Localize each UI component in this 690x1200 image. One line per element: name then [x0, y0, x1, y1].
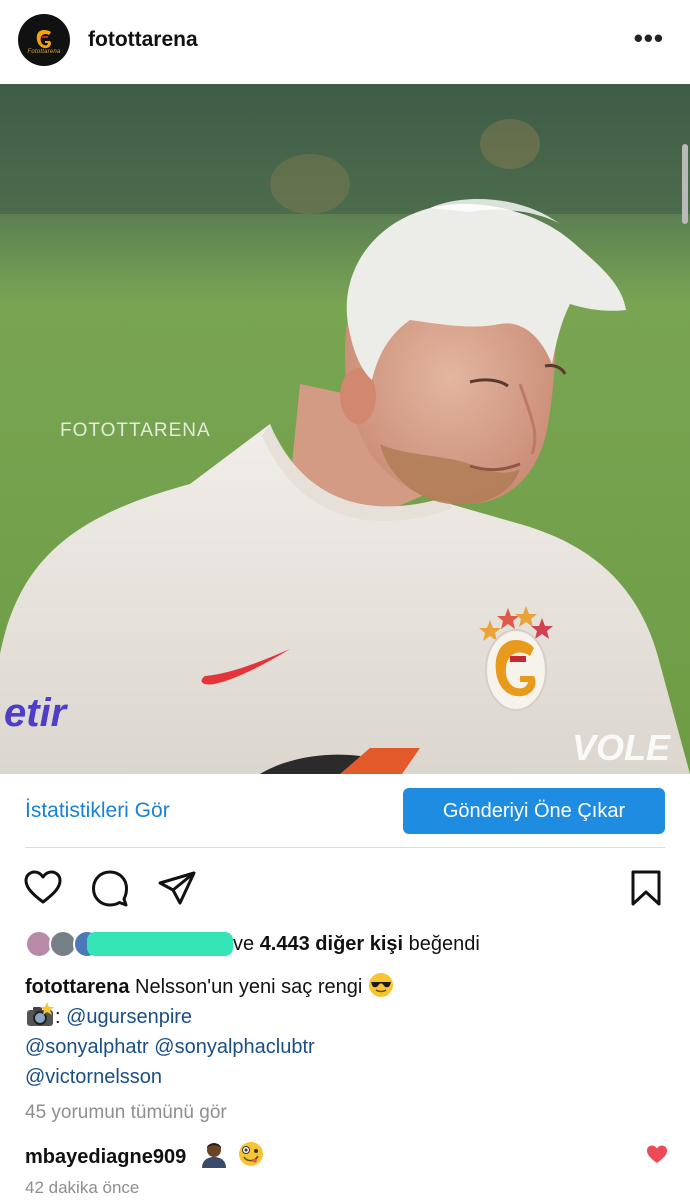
caption-line-2: : @ugursenpire	[25, 1002, 665, 1032]
bookmark-icon[interactable]	[626, 868, 666, 908]
post-caption: fotottarena Nelsson'un yeni saç rengi : …	[25, 972, 665, 1092]
caption-line-3: @sonyalphatr @sonyalphaclubtr	[25, 1032, 665, 1062]
caption-username[interactable]: fotottarena	[25, 976, 129, 998]
post-username[interactable]: fotottarena	[88, 28, 198, 52]
top-comment: mbayediagne909	[25, 1140, 665, 1170]
zany-face-emoji-icon	[239, 1142, 264, 1166]
sponsor-text: etir	[4, 691, 69, 735]
likes-text: ve 4.443 diğer kişi beğendi	[233, 933, 480, 956]
credit-prefix: :	[55, 1006, 67, 1028]
view-insights-link[interactable]: İstatistikleri Gör	[25, 799, 170, 823]
photo-watermark-left: FOTOTTARENA	[60, 420, 211, 441]
mention-sonyalphaclubtr[interactable]: @sonyalphaclubtr	[154, 1036, 314, 1058]
boost-post-button[interactable]: Gönderiyi Öne Çıkar	[403, 788, 665, 834]
likes-prefix: ve	[233, 933, 260, 955]
photo-watermark-right: VOLE	[572, 727, 671, 768]
redaction-overlay	[87, 932, 233, 956]
mention-victornelsson[interactable]: @victornelsson	[25, 1066, 162, 1088]
post-header: Fotottarena fotottarena •••	[0, 0, 690, 84]
action-bar	[0, 862, 690, 914]
comment-username[interactable]: mbayediagne909	[25, 1146, 186, 1168]
mention-ugursenpire[interactable]: @ugursenpire	[66, 1006, 192, 1028]
insights-row: İstatistikleri Gör Gönderiyi Öne Çıkar	[0, 786, 690, 836]
sunglasses-emoji-icon	[368, 973, 393, 997]
avatar-logo-text: Fotottarena	[27, 49, 61, 55]
likes-count[interactable]: 4.443 diğer kişi	[260, 933, 403, 955]
player-photo-illustration: etir FOTOTTARENA VOLE	[0, 84, 690, 774]
post-timestamp: 42 dakika önce	[25, 1178, 140, 1197]
share-icon[interactable]	[157, 868, 197, 908]
likes-suffix: beğendi	[403, 933, 480, 955]
likes-summary[interactable]: ve 4.443 diğer kişi beğendi	[25, 928, 665, 960]
profile-avatar[interactable]: Fotottarena	[18, 14, 70, 66]
caption-line-4: @victornelsson	[25, 1062, 665, 1092]
view-all-comments-link[interactable]: 45 yorumun tümünü gör	[25, 1102, 227, 1124]
caption-line-1: fotottarena Nelsson'un yeni saç rengi	[25, 972, 665, 1002]
scrollbar[interactable]	[682, 144, 688, 224]
camera-flash-emoji-icon	[27, 1002, 54, 1026]
comment-icon[interactable]	[90, 868, 130, 908]
heart-icon[interactable]	[23, 868, 63, 908]
divider	[25, 847, 665, 848]
post-photo[interactable]: etir FOTOTTARENA VOLE	[0, 84, 690, 774]
caption-text: Nelsson'un yeni saç rengi	[129, 976, 368, 998]
person-emoji-icon	[201, 1143, 226, 1168]
mention-sonyalphatr[interactable]: @sonyalphatr	[25, 1036, 149, 1058]
comment-liked-heart-icon[interactable]	[646, 1144, 668, 1164]
more-options-icon[interactable]: •••	[634, 25, 664, 51]
